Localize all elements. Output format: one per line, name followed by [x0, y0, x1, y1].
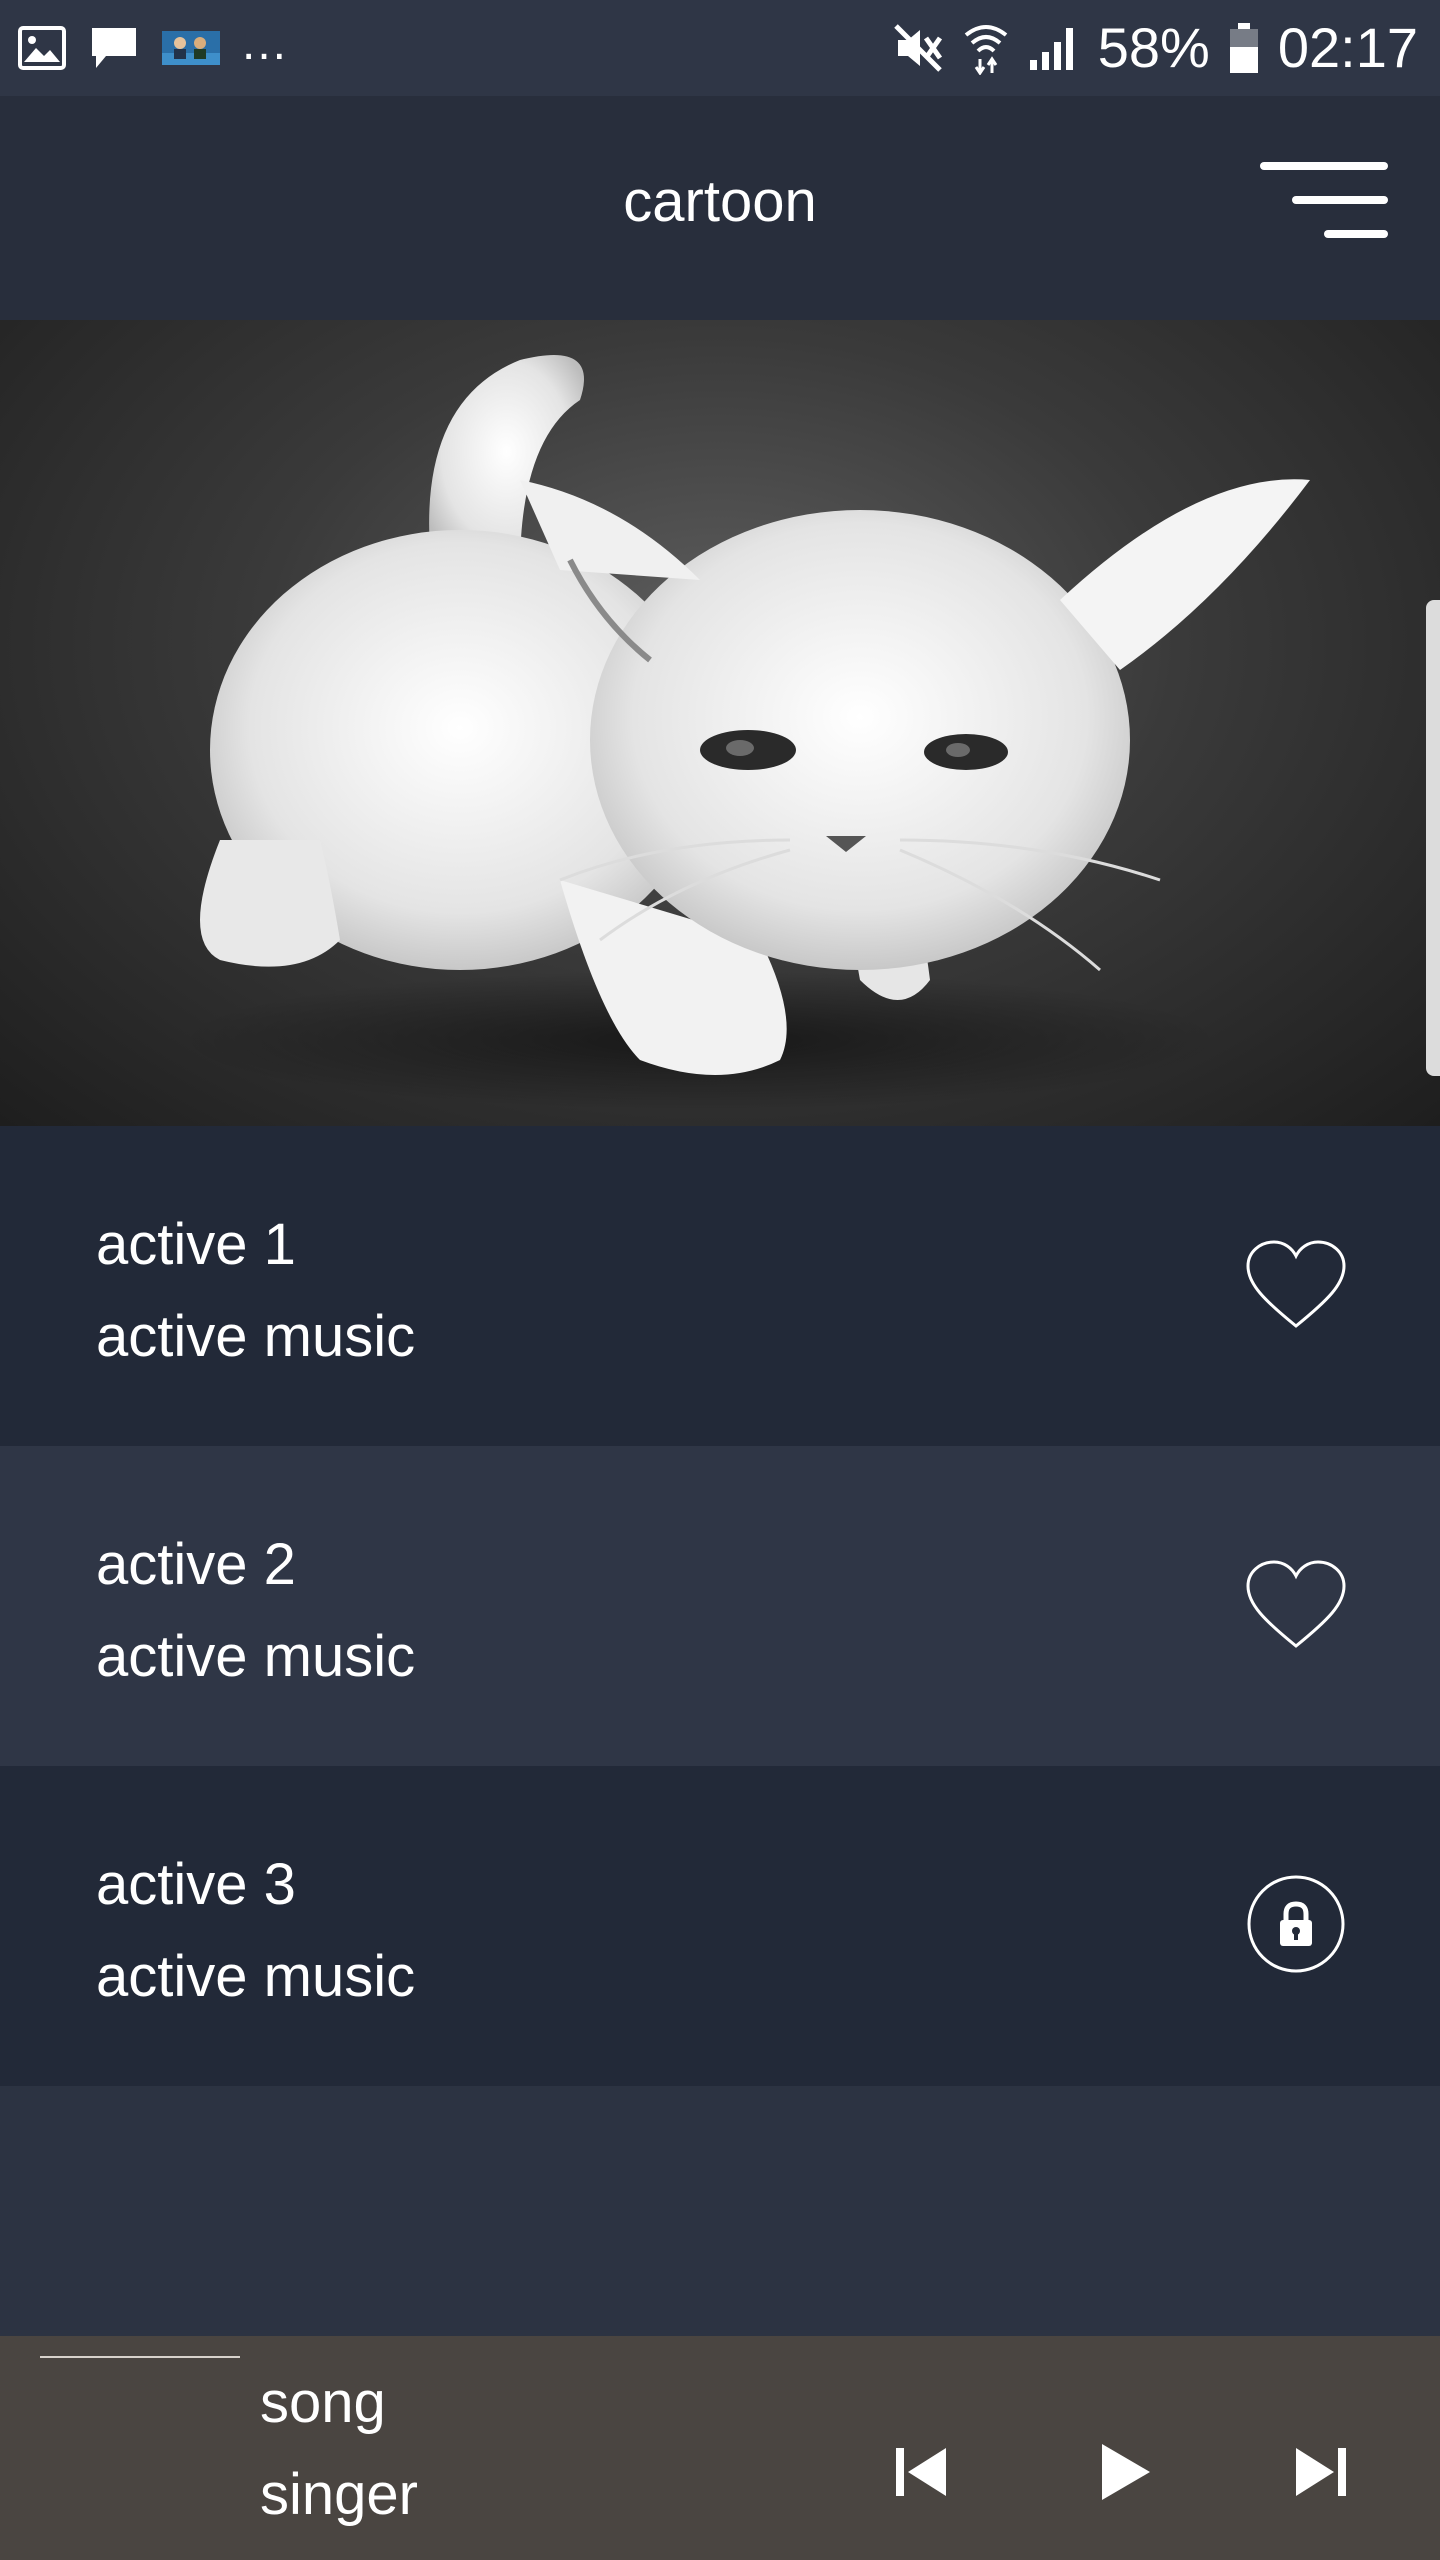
track-title: active 3: [96, 1852, 296, 1917]
mini-player: song singer: [0, 2336, 1440, 2560]
notification-icons: ...: [18, 0, 288, 96]
track-row-2[interactable]: active 2 active music: [0, 1446, 1440, 1766]
previous-button[interactable]: [880, 2432, 960, 2512]
signal-icon: [1029, 28, 1073, 70]
locked-button[interactable]: [1244, 1875, 1348, 1974]
battery-icon: [1229, 23, 1258, 73]
status-bar: ... 58% 02:17: [0, 0, 1440, 96]
kitten-illustration: [180, 355, 1310, 1110]
track-subtitle: active music: [96, 1304, 416, 1369]
app-thumbnail-icon: [162, 31, 220, 65]
menu-icon: [1260, 162, 1388, 238]
track-row-1[interactable]: active 1 active music: [0, 1126, 1440, 1446]
mute-icon: [893, 24, 942, 72]
next-button[interactable]: [1282, 2432, 1362, 2512]
track-title: active 2: [96, 1532, 296, 1597]
song-title: song: [260, 2370, 386, 2435]
skip-previous-icon: [896, 2448, 946, 2496]
heart-outline-icon: [1246, 1240, 1346, 1328]
track-subtitle: active music: [96, 1624, 416, 1689]
track-row-3[interactable]: active 3 active music: [0, 1766, 1440, 2086]
favorite-button[interactable]: [1244, 1558, 1348, 1654]
menu-button[interactable]: [1260, 158, 1392, 248]
track-subtitle: active music: [96, 1944, 416, 2009]
heart-outline-icon: [1246, 1560, 1346, 1648]
play-icon: [1102, 2444, 1150, 2500]
favorite-button[interactable]: [1244, 1238, 1348, 1334]
app-toolbar: cartoon: [0, 96, 1440, 320]
lock-icon: [1247, 1875, 1345, 1973]
album-cover-image: [0, 320, 1440, 1126]
play-button[interactable]: [1084, 2432, 1164, 2512]
singer-name: singer: [260, 2462, 418, 2527]
clock: 02:17: [1277, 16, 1418, 79]
skip-next-icon: [1296, 2448, 1346, 2496]
gallery-icon: [18, 26, 66, 70]
more-notifications: ...: [242, 16, 289, 70]
battery-percentage: 58%: [1097, 16, 1210, 79]
track-title: active 1: [96, 1212, 296, 1277]
track-list: active 1 active music active 2 active mu…: [0, 1126, 1440, 2086]
message-icon: [92, 28, 136, 68]
wifi-icon: [964, 25, 1008, 75]
progress-bar[interactable]: [40, 2356, 240, 2358]
system-icons: 58% 02:17: [892, 0, 1418, 96]
page-title: cartoon: [623, 168, 817, 234]
scroll-handle[interactable]: [1426, 600, 1440, 1076]
